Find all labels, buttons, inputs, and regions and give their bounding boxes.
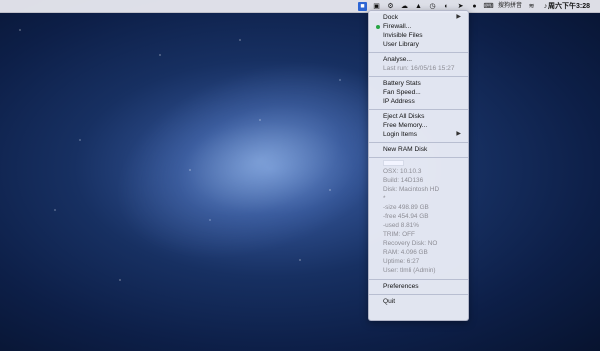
utility-menu: Dock ▶ Firewall... Invisible Files User … bbox=[368, 10, 469, 321]
system-info-star: * bbox=[369, 194, 468, 203]
menu-clock[interactable]: 周六下午3:28 bbox=[548, 1, 590, 11]
app-icon-active[interactable]: ■ bbox=[358, 1, 367, 11]
system-info-osx: OSX: 10.10.3 bbox=[369, 167, 468, 176]
system-info-user: User: tlmli (Admin) bbox=[369, 266, 468, 275]
keyboard-icon[interactable]: ⌨ bbox=[483, 2, 493, 11]
desktop-starfield bbox=[0, 0, 600, 351]
system-info-recovery: Recovery Disk: NO bbox=[369, 239, 468, 248]
menu-item-free-memory-label: Free Memory... bbox=[383, 122, 428, 129]
system-info-size: -size 498.89 GB bbox=[369, 203, 468, 212]
ime-label[interactable]: 搜狗拼音 bbox=[498, 2, 522, 11]
system-info-osx-text: OSX: 10.10.3 bbox=[383, 168, 422, 175]
menu-item-firewall[interactable]: Firewall... bbox=[369, 22, 468, 31]
menu-item-fan-speed[interactable]: Fan Speed... bbox=[369, 88, 468, 97]
menu-item-login-items[interactable]: Login Items ▶ bbox=[369, 130, 468, 139]
status-dot-icon bbox=[376, 24, 380, 29]
menu-item-eject-all-disks-label: Eject All Disks bbox=[383, 113, 425, 120]
last-run-text: Last run: 16/05/16 15:27 bbox=[383, 65, 455, 72]
system-info-star-text: * bbox=[383, 195, 386, 202]
menu-item-fan-speed-label: Fan Speed... bbox=[383, 89, 421, 96]
menu-item-dock-label: Dock bbox=[383, 14, 399, 21]
menu-separator bbox=[369, 109, 468, 110]
system-info-uptime: Uptime: 6:27 bbox=[369, 257, 468, 266]
system-info-free: -free 454.94 GB bbox=[369, 212, 468, 221]
menu-item-preferences-label: Preferences bbox=[383, 283, 419, 290]
last-run-label: Last run: 16/05/16 15:27 bbox=[369, 64, 468, 73]
menu-item-analyse[interactable]: Analyse... bbox=[369, 55, 468, 64]
system-info-used: -used 8.81% bbox=[369, 221, 468, 230]
menu-item-dock[interactable]: Dock ▶ bbox=[369, 13, 468, 22]
menu-bar: ■ ▣ ⚙ ☁ ▲ ◷ ◐ ➤ ● ⌨ 搜狗拼音 ≋ ♪ 周六下午3:28 bbox=[0, 0, 600, 13]
menu-separator bbox=[369, 294, 468, 295]
menu-separator bbox=[369, 279, 468, 280]
system-info-trim: TRIM: OFF bbox=[369, 230, 468, 239]
chevron-right-icon: ▶ bbox=[456, 131, 461, 137]
system-info-user-text: User: tlmli (Admin) bbox=[383, 267, 436, 274]
system-info-recovery-text: Recovery Disk: NO bbox=[383, 240, 438, 247]
chevron-right-icon: ▶ bbox=[456, 14, 461, 20]
menu-item-battery-stats-label: Battery Stats bbox=[383, 80, 421, 87]
menu-item-quit[interactable]: Quit bbox=[369, 297, 468, 306]
person-icon[interactable]: ● bbox=[470, 2, 479, 11]
menu-separator bbox=[369, 157, 468, 158]
menu-item-eject-all-disks[interactable]: Eject All Disks bbox=[369, 112, 468, 121]
system-info-build: Build: 14D136 bbox=[369, 176, 468, 185]
menu-separator bbox=[369, 142, 468, 143]
menu-item-ip-address-label: IP Address bbox=[383, 98, 415, 105]
system-info-uptime-text: Uptime: 6:27 bbox=[383, 258, 420, 265]
menu-item-new-ram-disk[interactable]: New RAM Disk bbox=[369, 145, 468, 154]
system-info-disk-text: Disk: Macintosh HD bbox=[383, 186, 440, 193]
system-info-ram: RAM: 4.096 GB bbox=[369, 248, 468, 257]
menu-item-firewall-label: Firewall... bbox=[383, 23, 412, 30]
menu-item-ip-address[interactable]: IP Address bbox=[369, 97, 468, 106]
menu-item-free-memory[interactable]: Free Memory... bbox=[369, 121, 468, 130]
menu-item-invisible-files-label: Invisible Files bbox=[383, 32, 423, 39]
menu-item-invisible-files[interactable]: Invisible Files bbox=[369, 31, 468, 40]
menu-item-battery-stats[interactable]: Battery Stats bbox=[369, 79, 468, 88]
menu-item-user-library[interactable]: User Library bbox=[369, 40, 468, 49]
system-info-size-text: -size 498.89 GB bbox=[383, 204, 429, 211]
system-info-bar bbox=[383, 160, 404, 166]
system-info-free-text: -free 454.94 GB bbox=[383, 213, 429, 220]
wifi-icon[interactable]: ≋ bbox=[527, 2, 536, 11]
menu-item-quit-label: Quit bbox=[383, 298, 396, 305]
system-info-used-text: -used 8.81% bbox=[383, 222, 419, 229]
system-info-build-text: Build: 14D136 bbox=[383, 177, 424, 184]
menu-item-preferences[interactable]: Preferences bbox=[369, 282, 468, 291]
menu-separator bbox=[369, 52, 468, 53]
menu-item-analyse-label: Analyse... bbox=[383, 56, 412, 63]
menu-item-user-library-label: User Library bbox=[383, 41, 419, 48]
system-info-ram-text: RAM: 4.096 GB bbox=[383, 249, 428, 256]
system-info-disk: Disk: Macintosh HD bbox=[369, 185, 468, 194]
system-info-trim-text: TRIM: OFF bbox=[383, 231, 415, 238]
menu-item-new-ram-disk-label: New RAM Disk bbox=[383, 146, 428, 153]
menu-separator bbox=[369, 76, 468, 77]
menu-item-login-items-label: Login Items bbox=[383, 131, 418, 138]
